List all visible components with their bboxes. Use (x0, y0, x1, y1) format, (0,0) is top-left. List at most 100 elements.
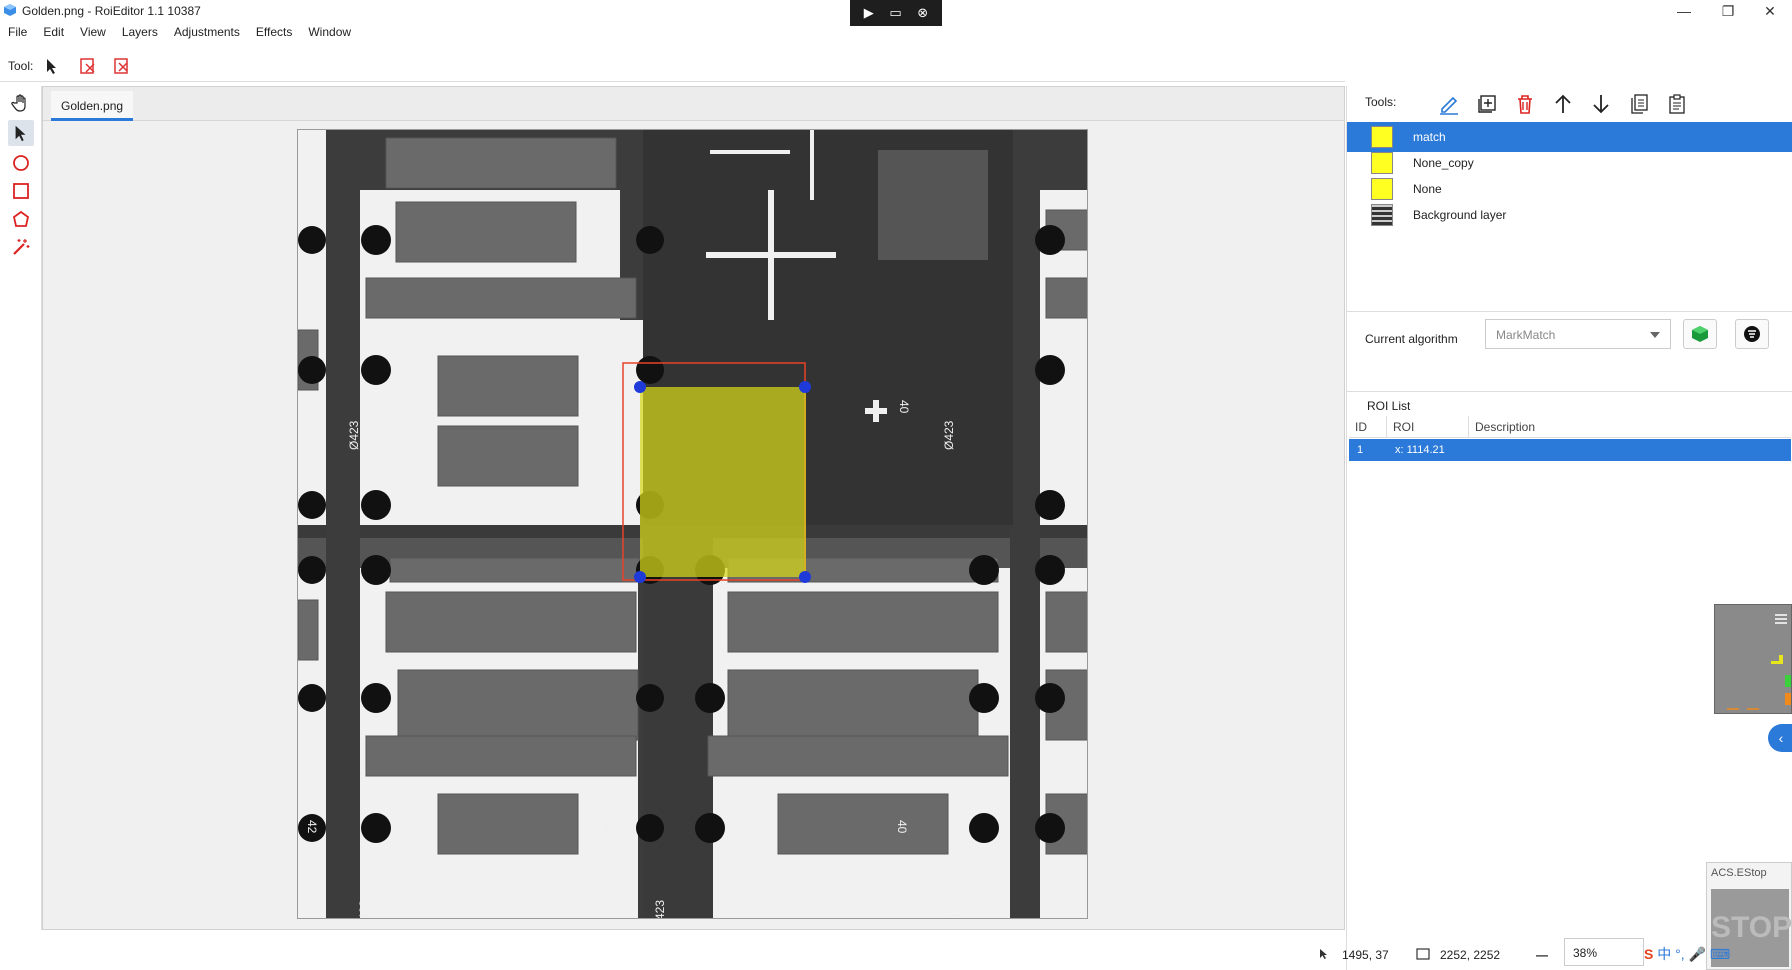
circle-icon (13, 155, 29, 171)
trash-icon (1518, 95, 1532, 114)
roi-col-roi[interactable]: ROI (1387, 416, 1469, 437)
move-layer-down-button[interactable] (1587, 90, 1615, 118)
roi-match-region[interactable] (640, 387, 806, 577)
roi-col-id[interactable]: ID (1349, 416, 1387, 437)
restore-button[interactable]: ❐ (1706, 1, 1750, 21)
arrow-cursor-icon (15, 125, 26, 142)
sogou-icon: S (1644, 946, 1654, 962)
polygon-tool[interactable] (8, 206, 34, 232)
keyboard-icon[interactable]: ▭ (889, 5, 901, 21)
roi-handle-top-right[interactable] (799, 381, 811, 393)
layer-row-background[interactable]: Background layer (1347, 200, 1792, 230)
algorithm-select[interactable]: MarkMatch (1485, 319, 1671, 349)
delete-layer-button[interactable] (1511, 90, 1539, 118)
canvas-label-42b: 42 (305, 820, 319, 834)
wafer-image: 42 Ø423 41 40 Ø423 42 423 41 423 40 423 (298, 130, 1087, 919)
magic-wand-tool[interactable] (8, 234, 34, 260)
image-canvas[interactable]: 42 Ø423 41 40 Ø423 42 423 41 423 40 423 (297, 129, 1088, 919)
roi-handle-bottom-right[interactable] (799, 571, 811, 583)
arrow-up-icon (1555, 94, 1571, 113)
canvas-label-41: 41 (605, 400, 619, 414)
canvas-label-42a: 42 (305, 418, 319, 432)
run-algorithm-button[interactable] (1683, 319, 1717, 349)
roi-list-title: ROI List (1367, 399, 1411, 413)
rectangle-icon (13, 183, 29, 199)
menu-effects[interactable]: Effects (248, 22, 300, 44)
roi-id-cell: 1 (1357, 444, 1364, 456)
zoom-out-button[interactable]: — (1536, 948, 1548, 962)
menu-icon (1775, 614, 1787, 624)
pointer-icon[interactable]: ▶ (864, 5, 874, 21)
zoom-field[interactable]: 38% (1564, 938, 1644, 966)
left-toolbar (0, 86, 42, 930)
roi-handle-top-left[interactable] (634, 381, 646, 393)
roi-table-header: ID ROI Description (1349, 416, 1791, 438)
hand-icon (11, 94, 26, 112)
canvas-label-41b: 41 (601, 820, 615, 834)
select-tool[interactable] (8, 120, 34, 146)
close-button[interactable]: ✕ (1748, 1, 1792, 21)
roi-handle-bottom-left[interactable] (634, 571, 646, 583)
menu-adjustments[interactable]: Adjustments (166, 22, 248, 44)
close-circle-icon[interactable]: ⊗ (917, 5, 928, 21)
layer-name: None_copy (1413, 156, 1474, 170)
layer-tools-row: Tools: (1347, 86, 1792, 122)
table-row[interactable]: 1 x: 1114.21 (1349, 439, 1791, 461)
canvas-label-423b: Ø423 (942, 420, 956, 450)
tool-options-bar: Tool: (0, 48, 1345, 82)
chevron-down-icon (1650, 332, 1660, 338)
window-title: Golden.png - RoiEditor 1.1 10387 (22, 4, 201, 18)
edit-layer-button[interactable] (1435, 90, 1463, 118)
move-layer-up-button[interactable] (1549, 90, 1577, 118)
cursor-position: 1495, 37 (1342, 948, 1389, 962)
image-size-icon (1416, 948, 1430, 960)
pan-tool[interactable] (8, 90, 34, 116)
overlay-monitor-widget[interactable] (1714, 604, 1792, 714)
canvas-label-423c: 423 (357, 900, 371, 919)
right-panel: Tools: match None_copy None Background l… (1346, 86, 1792, 970)
copy-icon (1631, 94, 1648, 114)
monitor-widget-graphic (1727, 614, 1791, 710)
layer-tools-label: Tools: (1365, 95, 1397, 109)
layer-name: match (1413, 130, 1446, 144)
tab-golden-png[interactable]: Golden.png (51, 91, 134, 121)
menu-window[interactable]: Window (300, 22, 359, 44)
layer-swatch (1371, 152, 1393, 174)
add-layer-icon (1478, 95, 1496, 113)
expand-side-button[interactable]: ‹ (1768, 724, 1792, 752)
paste-layer-button[interactable] (1663, 90, 1691, 118)
remote-control-bar: ▶ ▭ ⊗ (850, 0, 942, 26)
canvas-label-40b: 40 (895, 820, 909, 834)
menu-edit[interactable]: Edit (35, 22, 72, 44)
canvas-label-423e: 423 (947, 900, 961, 919)
algorithm-label: Current algorithm (1365, 332, 1458, 346)
app-icon (4, 4, 16, 16)
magic-wand-icon (13, 239, 30, 255)
rectangle-tool[interactable] (8, 178, 34, 204)
algorithm-settings-button[interactable] (1735, 319, 1769, 349)
layer-name: None (1413, 182, 1442, 196)
ime-toolbar[interactable]: S 中 °, 🎤 ⌨ (1644, 944, 1730, 964)
background-layer-thumbnail (1371, 204, 1393, 226)
estop-label: ACS.EStop (1711, 867, 1767, 879)
pointer-tool-icon[interactable] (42, 56, 62, 76)
ellipse-tool[interactable] (8, 150, 34, 176)
roi-description-cell (1497, 439, 1791, 461)
clear-selection-icon[interactable] (78, 56, 98, 76)
minimize-button[interactable]: — (1662, 1, 1706, 21)
menu-file[interactable]: File (0, 22, 35, 44)
green-cube-icon (1692, 326, 1708, 342)
copy-layer-button[interactable] (1625, 90, 1653, 118)
menu-layers[interactable]: Layers (114, 22, 166, 44)
layer-swatch (1371, 178, 1393, 200)
document-area: Golden.png 42 Ø423 41 40 Ø423 42 423 41 … (42, 86, 1345, 930)
delete-selection-icon[interactable] (112, 56, 132, 76)
paste-icon (1669, 94, 1685, 114)
roi-col-description[interactable]: Description (1469, 416, 1791, 437)
canvas-label-423d: 423 (653, 900, 667, 919)
menu-bar: File Edit View Layers Adjustments Effect… (0, 22, 359, 44)
menu-view[interactable]: View (72, 22, 114, 44)
layer-list: match None_copy None Background layer (1347, 122, 1792, 312)
canvas-label-40: 40 (897, 400, 911, 414)
add-layer-button[interactable] (1473, 90, 1501, 118)
